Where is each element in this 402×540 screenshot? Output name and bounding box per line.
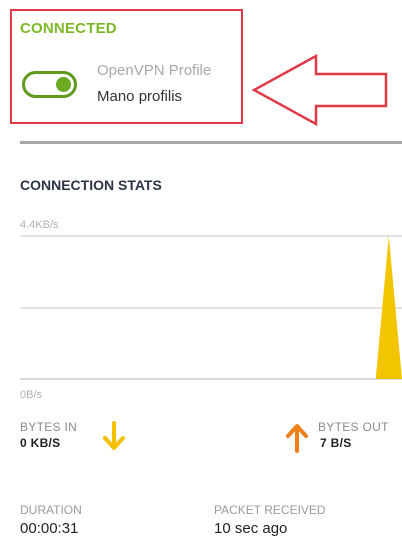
y-max-label: 4.4KB/s bbox=[20, 219, 59, 231]
section-divider bbox=[20, 141, 402, 144]
annotation-arrow-icon bbox=[251, 54, 388, 126]
duration-value: 00:00:31 bbox=[20, 520, 79, 537]
bytes-in-value: 0 KB/S bbox=[20, 436, 61, 450]
duration-label: DURATION bbox=[20, 503, 82, 517]
profile-name: Mano profilis bbox=[97, 88, 183, 105]
profile-type-label: OpenVPN Profile bbox=[97, 62, 212, 79]
toggle-knob bbox=[56, 77, 71, 92]
bytes-in-title: BYTES IN bbox=[20, 420, 78, 434]
bytes-out-value: 7 B/S bbox=[320, 436, 352, 450]
arrow-up-icon bbox=[286, 424, 308, 453]
connection-toggle[interactable] bbox=[22, 71, 77, 98]
arrow-down-icon bbox=[103, 421, 125, 450]
vpn-status-screen: CONNECTED OpenVPN Profile Mano profilis … bbox=[0, 0, 402, 540]
packet-received-value: 10 sec ago bbox=[214, 520, 288, 537]
y-min-label: 0B/s bbox=[20, 389, 43, 401]
connection-stats-title: CONNECTION STATS bbox=[20, 177, 162, 193]
bytes-out-title: BYTES OUT bbox=[318, 420, 389, 434]
connection-stats-chart: 4.4KB/s 0B/s bbox=[20, 219, 402, 401]
packet-received-label: PACKET RECEIVED bbox=[214, 503, 326, 517]
connection-status-label: CONNECTED bbox=[20, 20, 117, 37]
